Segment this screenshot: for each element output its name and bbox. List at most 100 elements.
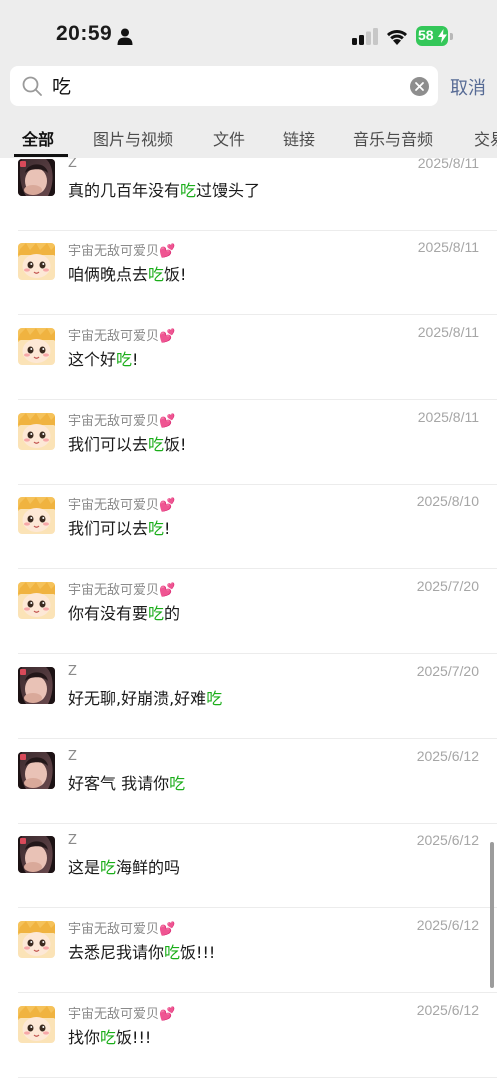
search-icon [22, 76, 42, 96]
message-date: 2025/7/20 [416, 578, 479, 594]
signal-icon [352, 28, 378, 45]
sender-name: 宇宙无敌可爱贝💕 [68, 244, 176, 259]
sender-name: Z [68, 833, 77, 848]
clear-icon[interactable] [410, 77, 429, 96]
message-date: 2025/8/11 [417, 239, 479, 255]
message-text: 找你吃饭!!! [68, 1024, 151, 1048]
message-text: 好无聊,好崩溃,好难吃 [68, 685, 222, 709]
cancel-button[interactable]: 取消 [450, 74, 486, 100]
status-time: 20:59 [56, 22, 113, 45]
list-item[interactable]: 宇宙无敌可爱贝💕 2025/8/11 咱俩晚点去吃饭! [0, 230, 497, 315]
tab-transactions[interactable]: 交易 [474, 126, 497, 150]
tab-links[interactable]: 链接 [283, 126, 315, 150]
avatar[interactable] [18, 1006, 55, 1043]
message-text: 我们可以去吃! [68, 515, 170, 539]
message-text-after: 的 [164, 604, 181, 623]
message-text-before: 这个好 [68, 350, 117, 369]
sender-name: Z [68, 158, 77, 171]
message-text-before: 真的几百年没有 [68, 181, 181, 200]
sender-name: 宇宙无敌可爱贝💕 [68, 583, 176, 598]
sender-name: 宇宙无敌可爱贝💕 [68, 329, 176, 344]
message-date: 2025/7/20 [416, 663, 479, 679]
avatar[interactable] [18, 243, 55, 280]
message-text-before: 好无聊,好崩溃,好难 [68, 689, 207, 708]
message-text-after: 饭! [164, 265, 187, 284]
message-text-after: 过馒头了 [196, 181, 261, 200]
keyword-highlight: 吃 [100, 1028, 117, 1047]
list-item[interactable]: 宇宙无敌可爱贝💕 2025/8/11 我们可以去吃饭! [0, 400, 497, 485]
avatar[interactable] [18, 921, 55, 958]
search-input[interactable] [52, 74, 392, 96]
sender-name: Z [68, 664, 77, 679]
message-text-before: 好客气 我请你 [68, 774, 170, 793]
list-item[interactable]: 宇宙无敌可爱贝💕 2025/7/20 你有没有要吃的 [0, 569, 497, 654]
active-tab-indicator [14, 154, 68, 157]
message-text-before: 我们可以去 [68, 435, 149, 454]
message-text-before: 我们可以去 [68, 519, 149, 538]
keyword-highlight: 吃 [169, 774, 186, 793]
tab-media[interactable]: 图片与视频 [93, 126, 173, 150]
status-bar: 20:59 58 [0, 0, 497, 62]
message-date: 2025/6/12 [416, 917, 479, 933]
sender-name: 宇宙无敌可爱贝💕 [68, 414, 176, 429]
list-item[interactable]: Z 2025/8/11 真的几百年没有吃过馒头了 [0, 158, 497, 231]
tab-files[interactable]: 文件 [213, 126, 245, 150]
tab-all[interactable]: 全部 [22, 126, 54, 150]
filter-tabs: 全部 图片与视频 文件 链接 音乐与音频 交易 [0, 126, 497, 158]
battery-level: 58 [418, 27, 434, 43]
list-item[interactable]: 宇宙无敌可爱贝💕 2025/8/11 这个好吃! [0, 315, 497, 400]
sender-name: 宇宙无敌可爱贝💕 [68, 498, 176, 513]
list-item[interactable]: Z 2025/6/12 这是吃海鲜的吗 [0, 823, 497, 908]
search-results[interactable]: Z 2025/8/11 真的几百年没有吃过馒头了 宇宙无敌可爱贝💕 2025/8/11… [0, 158, 497, 1080]
message-date: 2025/8/11 [417, 409, 479, 425]
list-item[interactable]: Z 2025/6/12 好客气 我请你吃 [0, 739, 497, 824]
wifi-icon [387, 30, 407, 45]
search-box[interactable] [10, 66, 438, 106]
keyword-highlight: 吃 [100, 858, 117, 877]
keyword-highlight: 吃 [206, 689, 223, 708]
list-item[interactable]: 宇宙无敌可爱贝💕 2025/6/12 去悉尼我请你吃饭!!! [0, 908, 497, 993]
message-date: 2025/8/11 [417, 324, 479, 340]
message-date: 2025/8/10 [416, 493, 479, 509]
tab-music[interactable]: 音乐与音频 [353, 126, 433, 150]
avatar[interactable] [18, 328, 55, 365]
list-item[interactable]: 宇宙无敌可爱贝💕 2025/6/12 找你吃饭!!! [0, 993, 497, 1078]
person-icon [117, 28, 133, 45]
avatar[interactable] [18, 413, 55, 450]
message-text: 你有没有要吃的 [68, 600, 180, 624]
battery-icon: 58 [416, 26, 454, 46]
keyword-highlight: 吃 [116, 350, 133, 369]
avatar[interactable] [18, 159, 55, 196]
sender-name: 宇宙无敌可爱贝💕 [68, 922, 176, 937]
keyword-highlight: 吃 [148, 519, 165, 538]
list-item[interactable]: Z 2025/7/20 好无聊,好崩溃,好难吃 [0, 654, 497, 739]
row-divider [18, 1077, 497, 1078]
sender-name: Z [68, 749, 77, 764]
message-text: 我们可以去吃饭! [68, 431, 186, 455]
message-text-before: 你有没有要 [68, 604, 149, 623]
message-text: 去悉尼我请你吃饭!!! [68, 939, 215, 963]
list-item[interactable]: 宇宙无敌可爱贝💕 2025/8/10 我们可以去吃! [0, 484, 497, 569]
message-text-after: 海鲜的吗 [116, 858, 181, 877]
message-text-before: 找你 [68, 1028, 101, 1047]
message-text: 好客气 我请你吃 [68, 770, 185, 794]
message-date: 2025/6/12 [416, 832, 479, 848]
scrollbar[interactable] [490, 842, 494, 988]
keyword-highlight: 吃 [164, 943, 181, 962]
avatar[interactable] [18, 836, 55, 873]
message-text-after: ! [132, 350, 139, 369]
message-text-before: 咱俩晚点去 [68, 265, 149, 284]
message-text-after: 饭! [164, 435, 187, 454]
avatar[interactable] [18, 667, 55, 704]
keyword-highlight: 吃 [148, 435, 165, 454]
bolt-icon [438, 29, 447, 43]
avatar[interactable] [18, 752, 55, 789]
message-text: 真的几百年没有吃过馒头了 [68, 177, 260, 201]
message-text: 咱俩晚点去吃饭! [68, 261, 186, 285]
message-text-after: 饭!!! [116, 1028, 152, 1047]
message-date: 2025/6/12 [416, 748, 479, 764]
avatar[interactable] [18, 497, 55, 534]
sender-name: 宇宙无敌可爱贝💕 [68, 1007, 176, 1022]
avatar[interactable] [18, 582, 55, 619]
message-date: 2025/6/12 [416, 1002, 479, 1018]
